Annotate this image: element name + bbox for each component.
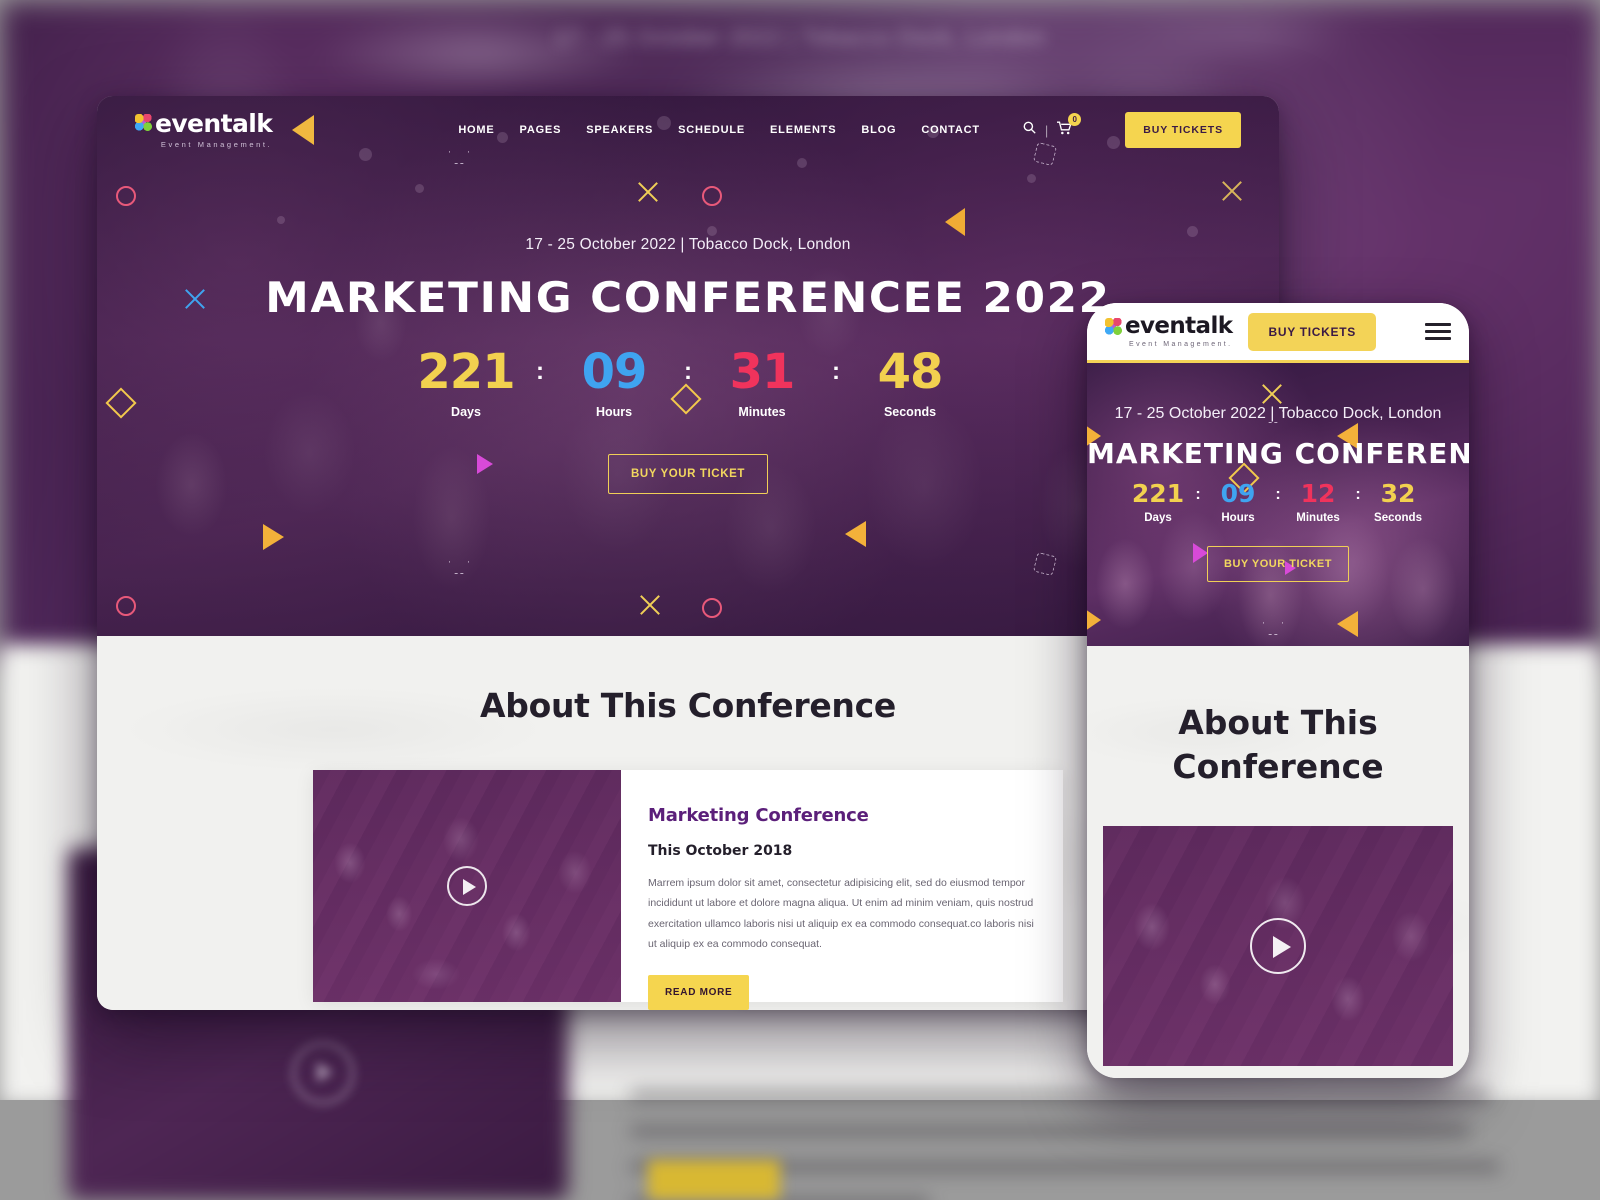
hamburger-menu-icon[interactable]	[1425, 319, 1451, 344]
mobile-logo[interactable]: eventalk Event Management.	[1105, 313, 1233, 348]
countdown-separator: :	[536, 358, 544, 385]
play-triangle-decoration	[1193, 543, 1208, 563]
mobile-buy-your-ticket-button[interactable]: BUY YOUR TICKET	[1207, 546, 1349, 582]
colorful-dots-icon	[1105, 318, 1122, 335]
countdown-days-label: Days	[451, 405, 481, 419]
backdrop-hero-date: 17 - 25 October 2022 | Tobacco Dock, Lon…	[554, 24, 1046, 50]
about-card: Marketing Conference This October 2018 M…	[313, 770, 1063, 1010]
countdown-separator: :	[684, 358, 692, 385]
logo-name: eventalk	[155, 109, 273, 138]
nav-item-schedule[interactable]: SCHEDULE	[678, 124, 745, 136]
logo[interactable]: eventalk Event Management.	[135, 109, 315, 149]
mobile-logo-tagline: Event Management.	[1129, 341, 1233, 348]
main-navigation: eventalk Event Management. HOME PAGES SP…	[97, 96, 1279, 164]
mobile-countdown-seconds-label: Seconds	[1374, 512, 1422, 524]
countdown-hours-value: 09	[581, 344, 648, 400]
countdown-days: 221 Days	[399, 348, 533, 419]
logo-tagline: Event Management.	[160, 140, 273, 149]
cart-count-badge: 0	[1068, 112, 1082, 126]
about-text-block: Marketing Conference This October 2018 M…	[621, 770, 1068, 1010]
triangle-left-icon	[292, 115, 315, 145]
countdown-hours: 09 Hours	[547, 348, 681, 419]
mobile-buy-tickets-button[interactable]: BUY TICKETS	[1248, 312, 1376, 351]
countdown-hours-label: Hours	[595, 405, 633, 419]
backdrop-play-icon	[292, 1042, 354, 1104]
nav-item-elements[interactable]: ELEMENTS	[770, 124, 836, 136]
buy-your-ticket-button[interactable]: BUY YOUR TICKET	[607, 454, 768, 494]
mobile-logo-name: eventalk	[1125, 313, 1233, 339]
triangle-decoration	[1337, 611, 1358, 637]
mobile-countdown-seconds: 32 Seconds	[1364, 481, 1432, 524]
buy-tickets-button[interactable]: BUY TICKETS	[1125, 112, 1241, 148]
mobile-countdown-minutes: 12 Minutes	[1284, 481, 1352, 524]
countdown-days-value: 221	[417, 344, 515, 400]
mobile-conference-video-thumbnail[interactable]	[1103, 826, 1453, 1067]
play-icon[interactable]	[447, 866, 487, 906]
triangle-decoration	[845, 521, 866, 547]
nav-item-speakers[interactable]: SPEAKERS	[586, 124, 653, 136]
mobile-countdown-minutes-label: Minutes	[1296, 512, 1340, 524]
countdown-minutes-value: 31	[729, 344, 796, 400]
nav-item-blog[interactable]: BLOG	[861, 124, 896, 136]
cart-icon[interactable]: 0	[1057, 112, 1082, 140]
countdown-seconds-value: 48	[877, 344, 944, 400]
triangle-decoration	[1087, 609, 1101, 631]
mobile-countdown-days-label: Days	[1144, 512, 1172, 524]
countdown-seconds: 48 Seconds	[843, 348, 977, 419]
mobile-countdown-minutes-value: 12	[1300, 479, 1336, 508]
countdown-seconds-label: Seconds	[883, 405, 937, 419]
nav-tools: | 0	[1023, 112, 1082, 140]
mobile-about-section-title: About This Conference	[1172, 703, 1384, 786]
nav-separator: |	[1044, 122, 1049, 138]
about-subheading: This October 2018	[648, 843, 793, 859]
search-icon[interactable]	[1023, 121, 1036, 139]
countdown-minutes-label: Minutes	[738, 405, 786, 419]
conference-video-thumbnail[interactable]	[313, 770, 621, 1002]
backdrop-read-more-button	[648, 1160, 780, 1200]
play-icon[interactable]	[1250, 918, 1306, 975]
x-decoration	[1259, 645, 1285, 646]
about-paragraph: Marrem ipsum dolor sit amet, consectetur…	[648, 877, 1034, 951]
mobile-header: eventalk Event Management. BUY TICKETS	[1087, 303, 1469, 363]
read-more-button[interactable]: READ MORE	[648, 974, 750, 1010]
circle-decoration	[116, 596, 136, 616]
x-decoration	[637, 592, 663, 618]
mobile-about-section: About This Conference	[1087, 646, 1469, 1078]
mobile-countdown-separator: :	[1355, 486, 1361, 503]
nav-item-contact[interactable]: CONTACT	[921, 124, 980, 136]
mobile-countdown-hours-label: Hours	[1221, 512, 1255, 524]
triangle-left-decoration	[945, 208, 965, 236]
countdown-minutes: 31 Minutes	[695, 348, 829, 419]
triangle-decoration	[263, 524, 284, 550]
nav-item-pages[interactable]: PAGES	[520, 124, 562, 136]
about-heading: Marketing Conference	[648, 805, 869, 826]
countdown-separator: :	[832, 358, 840, 385]
mobile-countdown-seconds-value: 32	[1380, 479, 1416, 508]
nav-item-home[interactable]: HOME	[458, 124, 494, 136]
hero-date-venue: 17 - 25 October 2022 | Tobacco Dock, Lon…	[525, 236, 851, 253]
circle-decoration	[702, 598, 722, 618]
colorful-dots-icon	[135, 114, 152, 131]
nav-menu: HOME PAGES SPEAKERS SCHEDULE ELEMENTS BL…	[458, 112, 1241, 148]
